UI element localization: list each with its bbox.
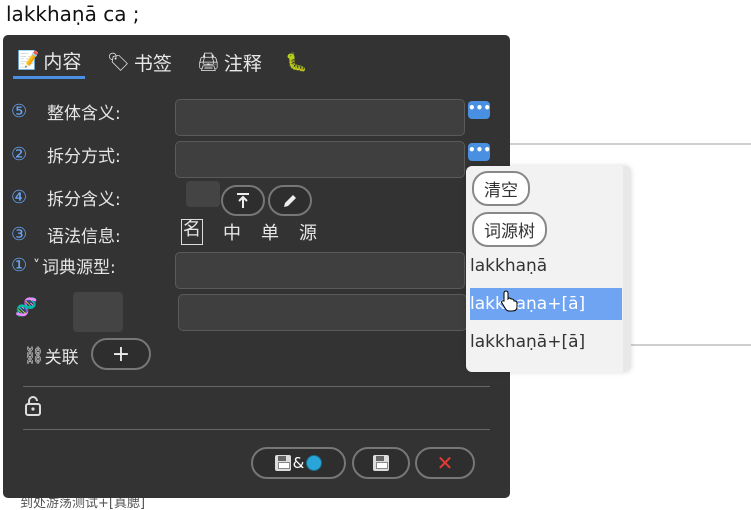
edit-button[interactable] (268, 185, 312, 216)
split-method-input[interactable] (175, 141, 465, 178)
suggestion-item[interactable]: lakkhaṇā (470, 250, 622, 282)
relation-row: ⛓ 关联 (23, 343, 79, 369)
dict-base-row-label: ① ˅ 词典源型: (11, 253, 116, 278)
printer-icon: 🖨 (197, 51, 220, 73)
word-editor-panel: 📝 内容 🏷 书签 🖨 注释 🐛 ⑤ 整体含义: ••• ② 拆分方式: •••… (3, 35, 510, 498)
meaning-input[interactable] (175, 99, 465, 136)
tab-label: 内容 (43, 51, 82, 73)
floppy-disk-icon (373, 455, 389, 471)
split-method-label: 拆分方式: (47, 147, 121, 167)
globe-icon (306, 455, 323, 471)
dict-base-label: 词典源型: (42, 258, 116, 278)
align-top-icon (237, 192, 249, 208)
tab-bar: 📝 内容 🏷 书签 🖨 注释 🐛 (3, 35, 510, 83)
step-number: ② (11, 144, 28, 165)
memo-icon: 📝 (17, 50, 40, 71)
grammar-tag[interactable]: 名 (181, 219, 203, 245)
split-meaning-box[interactable] (186, 181, 220, 207)
dna-thumbnail[interactable] (73, 292, 123, 332)
meaning-row-label: ⑤ 整体含义: (11, 99, 121, 124)
divider (23, 429, 490, 430)
suggestion-item[interactable]: lakkhaṇā+[ā] (470, 326, 622, 358)
etymology-tree-button[interactable]: 词源树 (472, 212, 547, 247)
tab-notes[interactable]: 🖨 注释 (193, 45, 266, 79)
split-meaning-label: 拆分含义: (47, 190, 121, 210)
step-number: ① (11, 255, 28, 276)
chevron-down-icon[interactable]: ˅ (33, 258, 40, 274)
split-meaning-row-label: ④ 拆分含义: (11, 185, 121, 210)
tab-debug[interactable]: 🐛 (281, 45, 311, 79)
meaning-label: 整体含义: (47, 104, 121, 124)
floppy-disk-icon (274, 455, 291, 471)
step-number: ③ (11, 224, 28, 245)
grammar-tag[interactable]: 源 (299, 219, 317, 245)
lock-icon[interactable] (23, 395, 45, 417)
divider (23, 386, 490, 387)
cancel-button[interactable]: ✕ (415, 447, 475, 479)
step-number: ⑤ (11, 101, 28, 122)
split-method-suggest-button[interactable]: ••• (468, 143, 491, 161)
grammar-tag[interactable]: 中 (223, 219, 241, 245)
clear-button[interactable]: 清空 (472, 171, 530, 206)
dropdown-scrollbar[interactable] (623, 166, 631, 372)
pencil-icon (284, 194, 296, 207)
tag-icon: 🏷 (107, 51, 130, 73)
save-and-share-button[interactable]: & (251, 447, 346, 479)
save-button[interactable] (352, 447, 410, 479)
dict-base-input[interactable] (175, 252, 465, 289)
tab-bookmark[interactable]: 🏷 书签 (103, 45, 176, 79)
link-icon: ⛓ (23, 345, 45, 366)
step-number: ④ (11, 187, 28, 208)
grammar-tags: 名 中 单 源 (181, 219, 317, 245)
suggestion-dropdown: 清空 词源树 lakkhaṇā lakkhaṇa+[ā] lakkhaṇā+[ā… (466, 166, 631, 372)
background-divider (510, 143, 751, 145)
dna-input[interactable] (178, 294, 467, 331)
relation-label: 关联 (44, 348, 79, 368)
close-icon: ✕ (436, 451, 454, 475)
dna-icon: 🧬 (15, 297, 38, 318)
grammar-label: 语法信息: (47, 227, 121, 247)
suggestion-item-selected[interactable]: lakkhaṇa+[ā] (470, 288, 622, 320)
hand-cursor-icon (501, 290, 518, 312)
align-top-button[interactable] (221, 185, 265, 216)
ampersand: & (292, 454, 305, 472)
tab-content[interactable]: 📝 内容 (13, 45, 86, 79)
bug-icon: 🐛 (285, 51, 308, 73)
tab-label: 注释 (223, 52, 262, 75)
split-method-row-label: ② 拆分方式: (11, 142, 121, 167)
background-title: lakkhaṇā ca ; (6, 2, 140, 26)
add-relation-button[interactable]: + (91, 338, 151, 370)
grammar-tag[interactable]: 单 (261, 219, 279, 245)
grammar-row-label: ③ 语法信息: (11, 222, 121, 247)
meaning-suggest-button[interactable]: ••• (468, 101, 491, 119)
tab-label: 书签 (133, 52, 172, 75)
